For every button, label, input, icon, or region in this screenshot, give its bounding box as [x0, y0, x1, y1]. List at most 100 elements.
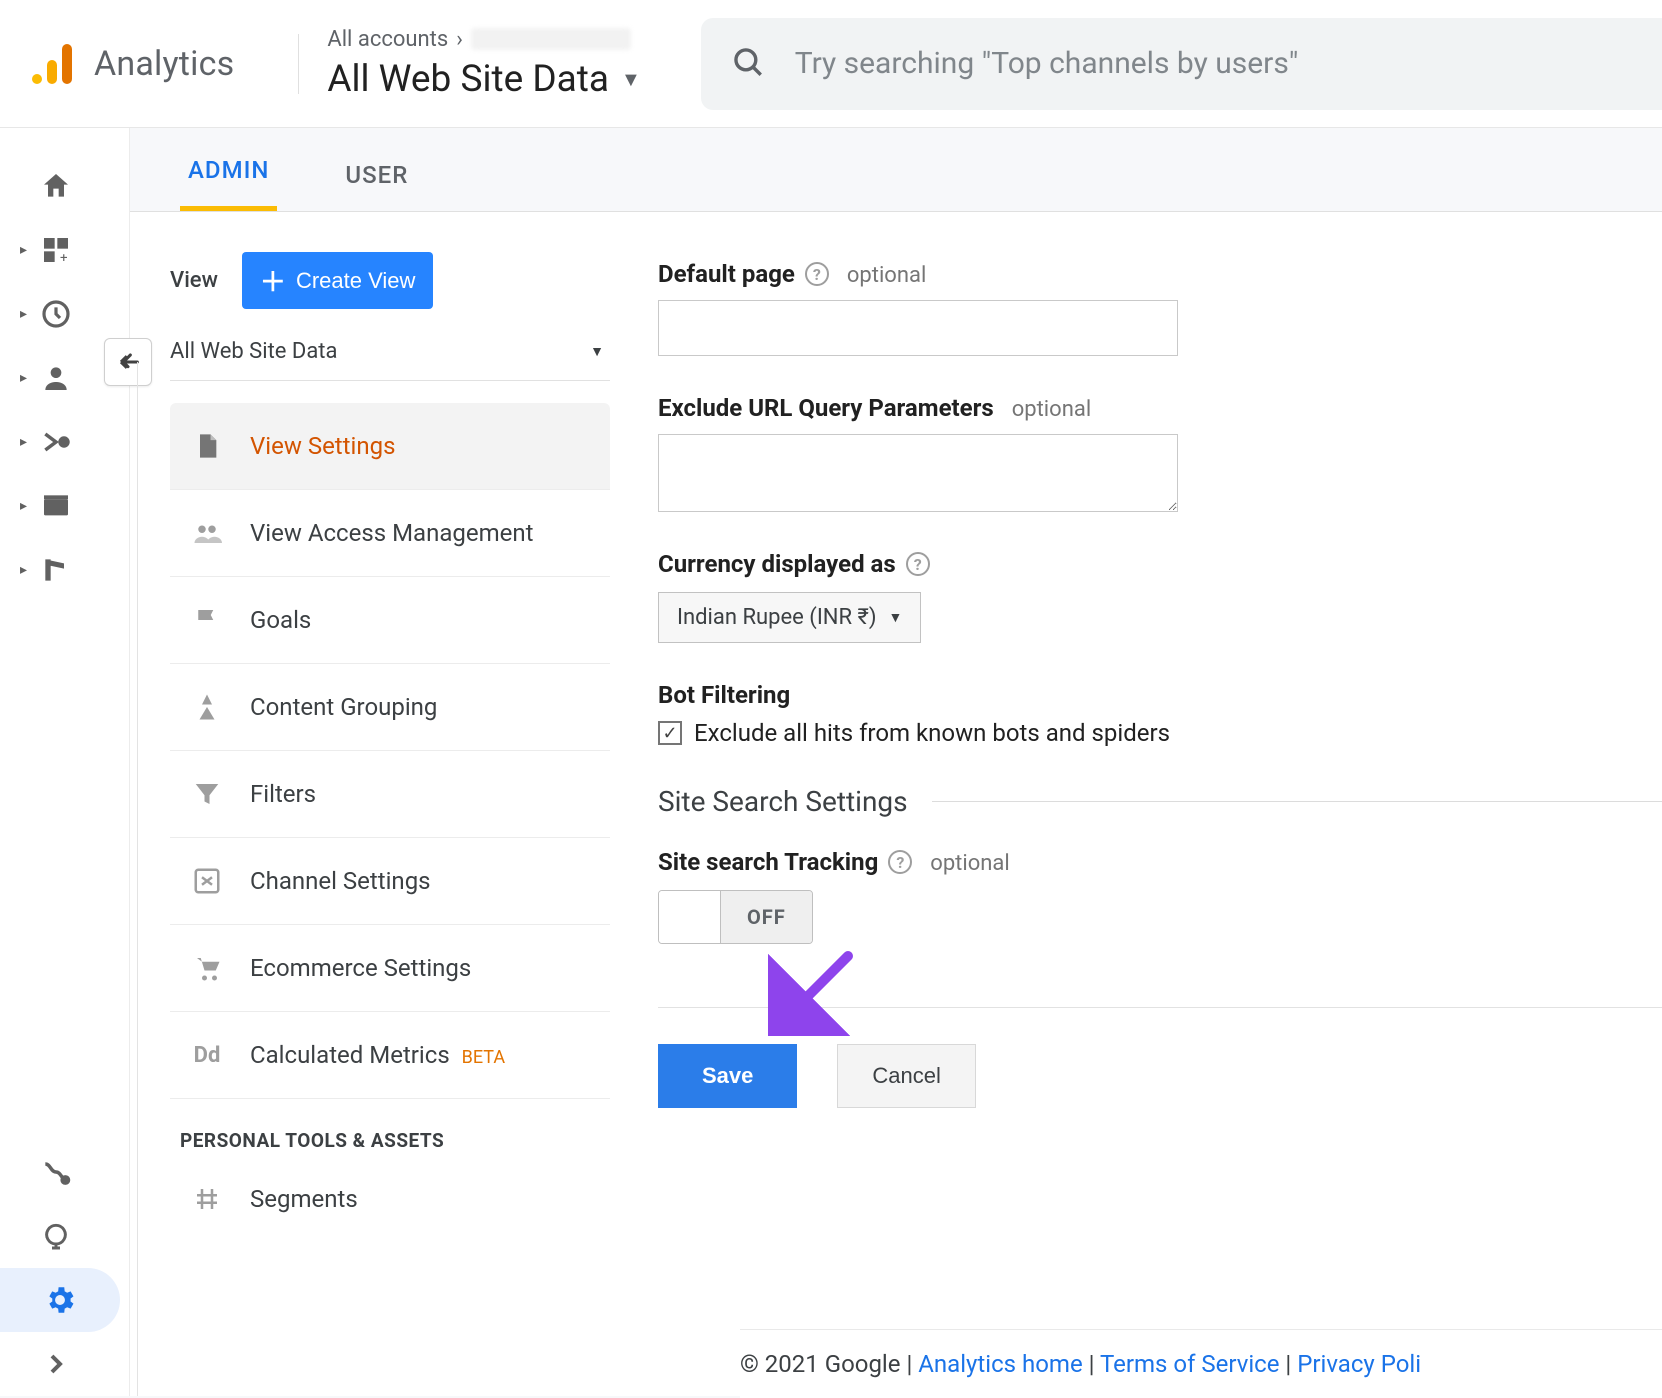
- caret-down-icon: ▼: [889, 609, 903, 626]
- create-view-label: Create View: [296, 268, 415, 294]
- nav-realtime[interactable]: ▸: [0, 282, 129, 346]
- menu-segments[interactable]: Segments: [170, 1156, 610, 1242]
- channel-icon: [190, 864, 224, 898]
- chevron-right-icon: ▸: [20, 242, 34, 258]
- optional-tag: optional: [930, 851, 1009, 876]
- app-header: Analytics All accounts › All Web Site Da…: [0, 0, 1662, 128]
- analytics-logo-icon: [28, 40, 76, 88]
- breadcrumb: All accounts ›: [327, 27, 640, 52]
- nav-admin[interactable]: [0, 1268, 120, 1332]
- left-nav-rail: ▸ + ▸ ▸ ▸ ▸ ▸: [0, 128, 130, 1396]
- checkbox-label: Exclude all hits from known bots and spi…: [694, 719, 1170, 747]
- view-menu: View Settings View Access Management Goa…: [170, 403, 610, 1242]
- menu-content-grouping[interactable]: Content Grouping: [170, 664, 610, 751]
- field-default-page: Default page ? optional: [658, 260, 1662, 356]
- field-label: Bot Filtering: [658, 681, 790, 709]
- section-divider: Site Search Settings: [658, 785, 1662, 818]
- nav-dashboards[interactable]: ▸ +: [0, 218, 129, 282]
- menu-view-access[interactable]: View Access Management: [170, 490, 610, 577]
- breadcrumb-root: All accounts: [327, 27, 448, 52]
- nav-conversions[interactable]: ▸: [0, 538, 129, 602]
- save-button[interactable]: Save: [658, 1044, 797, 1108]
- menu-label: Goals: [250, 606, 590, 634]
- nav-collapse[interactable]: [0, 1332, 129, 1396]
- panel: View ＋ Create View All Web Site Data ▼ V…: [130, 212, 1662, 1396]
- search-icon: [731, 45, 765, 83]
- content: ADMIN USER View ＋ Create View All Web Si…: [130, 128, 1662, 1396]
- checkbox-icon[interactable]: ✓: [658, 721, 682, 745]
- menu-label: Filters: [250, 780, 590, 808]
- footer-link-home[interactable]: Analytics home: [918, 1350, 1082, 1378]
- tab-user[interactable]: USER: [337, 137, 416, 211]
- logo-block: Analytics: [0, 40, 270, 88]
- segments-icon: [190, 1182, 224, 1216]
- menu-filters[interactable]: Filters: [170, 751, 610, 838]
- chevron-right-icon: ▸: [20, 370, 34, 386]
- field-bot-filtering: Bot Filtering ✓ Exclude all hits from kn…: [658, 681, 1662, 747]
- search-placeholder: Try searching "Top channels by users": [795, 46, 1299, 81]
- caret-down-icon: ▼: [590, 343, 604, 360]
- breadcrumb-account-redacted: [471, 28, 631, 50]
- filter-icon: [190, 777, 224, 811]
- nav-discover[interactable]: [0, 1204, 129, 1268]
- menu-goals[interactable]: Goals: [170, 577, 610, 664]
- chevron-right-icon: ▸: [20, 562, 34, 578]
- view-title[interactable]: All Web Site Data ▼: [327, 58, 640, 101]
- tab-admin[interactable]: ADMIN: [180, 132, 277, 211]
- view-label: View: [170, 268, 218, 293]
- view-selector-value: All Web Site Data: [170, 339, 337, 364]
- bot-checkbox-row[interactable]: ✓ Exclude all hits from known bots and s…: [658, 719, 1662, 747]
- section-title: Site Search Settings: [658, 785, 908, 818]
- menu-label: Calculated Metrics BETA: [250, 1041, 590, 1069]
- menu-label: View Settings: [250, 432, 590, 460]
- nav-behavior[interactable]: ▸: [0, 474, 129, 538]
- toggle-knob: [659, 891, 721, 943]
- form-actions: Save Cancel: [658, 1007, 1662, 1108]
- chevron-right-icon: ▸: [20, 306, 34, 322]
- beta-badge: BETA: [462, 1047, 505, 1068]
- field-site-search: Site search Tracking ? optional OFF: [658, 848, 1662, 947]
- help-icon[interactable]: ?: [888, 850, 912, 874]
- menu-view-settings[interactable]: View Settings: [170, 403, 610, 490]
- field-currency: Currency displayed as ? Indian Rupee (IN…: [658, 550, 1662, 643]
- create-view-button[interactable]: ＋ Create View: [242, 252, 433, 309]
- field-label: Exclude URL Query Parameters: [658, 394, 994, 422]
- grouping-icon: [190, 690, 224, 724]
- menu-calc-metrics[interactable]: Dd Calculated Metrics BETA: [170, 1012, 610, 1099]
- optional-tag: optional: [1012, 397, 1091, 422]
- admin-tabs: ADMIN USER: [130, 128, 1662, 212]
- nav-attribution[interactable]: [0, 1140, 129, 1204]
- exclude-params-input[interactable]: [658, 434, 1178, 512]
- footer-link-tos[interactable]: Terms of Service: [1100, 1350, 1279, 1378]
- flag-icon: [190, 603, 224, 637]
- cancel-button[interactable]: Cancel: [837, 1044, 975, 1108]
- help-icon[interactable]: ?: [906, 552, 930, 576]
- field-exclude-params: Exclude URL Query Parameters optional: [658, 394, 1662, 512]
- menu-label: View Access Management: [250, 519, 590, 547]
- chevron-right-icon: ▸: [20, 498, 34, 514]
- account-selector[interactable]: All accounts › All Web Site Data ▼: [327, 27, 640, 101]
- view-title-text: All Web Site Data: [327, 58, 609, 101]
- help-icon[interactable]: ?: [805, 262, 829, 286]
- menu-label: Content Grouping: [250, 693, 590, 721]
- svg-text:+: +: [60, 251, 68, 266]
- annotation-arrow-icon: [768, 946, 858, 1036]
- menu-ecommerce[interactable]: Ecommerce Settings: [170, 925, 610, 1012]
- nav-home[interactable]: [0, 154, 129, 218]
- people-icon: [190, 516, 224, 550]
- nav-acquisition[interactable]: ▸: [0, 410, 129, 474]
- menu-label: Segments: [250, 1185, 590, 1213]
- default-page-input[interactable]: [658, 300, 1178, 356]
- view-header: View ＋ Create View: [170, 252, 610, 309]
- dd-icon: Dd: [190, 1038, 224, 1072]
- product-name: Analytics: [94, 44, 234, 84]
- currency-value: Indian Rupee (INR ₹): [677, 605, 877, 630]
- menu-channel-settings[interactable]: Channel Settings: [170, 838, 610, 925]
- view-selector[interactable]: All Web Site Data ▼: [170, 329, 610, 381]
- site-search-toggle[interactable]: OFF: [658, 890, 813, 944]
- search-bar[interactable]: Try searching "Top channels by users": [701, 18, 1662, 110]
- section-personal-tools: PERSONAL TOOLS & ASSETS: [170, 1099, 610, 1156]
- breadcrumb-sep: ›: [456, 27, 463, 52]
- currency-dropdown[interactable]: Indian Rupee (INR ₹) ▼: [658, 592, 921, 643]
- footer-link-privacy[interactable]: Privacy Poli: [1297, 1350, 1421, 1378]
